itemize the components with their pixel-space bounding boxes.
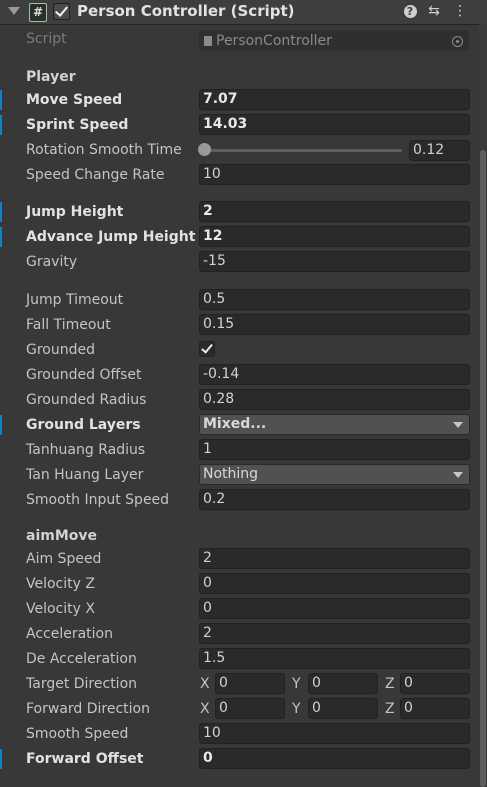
- forward-offset-label: Forward Offset: [26, 751, 144, 767]
- move-speed-label: Move Speed: [26, 92, 123, 108]
- rotation-smooth-time-label: Rotation Smooth Time: [26, 142, 182, 158]
- fall-timeout-field[interactable]: 0.15: [199, 314, 470, 335]
- forward-direction-x-field[interactable]: 0: [215, 698, 285, 719]
- forward-direction-y-field[interactable]: 0: [308, 698, 378, 719]
- jump-timeout-field[interactable]: 0.5: [199, 289, 470, 310]
- override-marker: [0, 202, 2, 222]
- target-direction-y-field[interactable]: 0: [308, 673, 378, 694]
- aim-speed-label: Aim Speed: [26, 551, 102, 567]
- preset-icon[interactable]: ⇆: [425, 2, 443, 20]
- speed-change-rate-label: Speed Change Rate: [26, 167, 165, 183]
- script-object-name: PersonController: [216, 33, 332, 49]
- smooth-speed-label: Smooth Speed: [26, 726, 129, 742]
- sprint-speed-field[interactable]: 14.03: [199, 114, 470, 135]
- rotation-smooth-time-field[interactable]: 0.12: [409, 140, 470, 161]
- axis-z-label: Z: [385, 701, 395, 717]
- grounded-offset-field[interactable]: -0.14: [199, 364, 470, 385]
- override-marker: [0, 115, 2, 135]
- ground-layers-dropdown[interactable]: Mixed...: [199, 414, 470, 435]
- axis-x-label: X: [200, 701, 210, 717]
- smooth-input-speed-field[interactable]: 0.2: [199, 489, 470, 510]
- tan-huang-layer-value: Nothing: [203, 466, 259, 482]
- component-enabled-checkbox[interactable]: [53, 3, 70, 20]
- grounded-offset-label: Grounded Offset: [26, 367, 142, 383]
- move-speed-field[interactable]: 7.07: [199, 89, 470, 110]
- dropdown-arrow-icon: [453, 472, 463, 478]
- sprint-speed-label: Sprint Speed: [26, 117, 129, 133]
- override-marker: [0, 227, 2, 247]
- acceleration-field[interactable]: 2: [199, 623, 470, 644]
- override-marker: [0, 90, 2, 110]
- fold-arrow-icon[interactable]: [8, 7, 20, 15]
- de-acceleration-label: De Acceleration: [26, 651, 137, 667]
- grounded-checkbox[interactable]: [199, 341, 215, 357]
- override-marker: [0, 415, 2, 435]
- axis-x-label: X: [200, 676, 210, 692]
- aim-speed-field[interactable]: 2: [199, 548, 470, 569]
- jump-height-label: Jump Height: [26, 204, 124, 220]
- section-header-player: Player: [26, 69, 76, 85]
- script-icon: #: [29, 3, 47, 22]
- tan-huang-layer-dropdown[interactable]: Nothing: [199, 464, 470, 485]
- ground-layers-value: Mixed...: [203, 416, 267, 432]
- axis-y-label: Y: [292, 676, 301, 692]
- forward-direction-z-field[interactable]: 0: [400, 698, 470, 719]
- tanhuang-radius-label: Tanhuang Radius: [26, 442, 146, 458]
- smooth-input-speed-label: Smooth Input Speed: [26, 492, 170, 508]
- speed-change-rate-field[interactable]: 10: [199, 164, 470, 185]
- velocity-z-label: Velocity Z: [26, 576, 95, 592]
- help-icon[interactable]: ?: [401, 2, 419, 20]
- velocity-x-field[interactable]: 0: [199, 598, 470, 619]
- kebab-menu-icon[interactable]: ⋮: [451, 2, 469, 20]
- ground-layers-label: Ground Layers: [26, 417, 141, 433]
- section-header-aimmove: aimMove: [26, 528, 98, 544]
- advance-jump-height-field[interactable]: 12: [199, 226, 470, 247]
- object-picker-icon[interactable]: [452, 36, 463, 47]
- dropdown-arrow-icon: [453, 422, 463, 428]
- tanhuang-radius-field[interactable]: 1: [199, 439, 470, 460]
- forward-offset-field[interactable]: 0: [199, 748, 470, 769]
- advance-jump-height-label: Advance Jump Height: [26, 229, 196, 245]
- rotation-smooth-time-slider[interactable]: [205, 149, 402, 152]
- axis-y-label: Y: [292, 701, 301, 717]
- component-header: # Person Controller (Script) ? ⇆ ⋮: [0, 0, 487, 25]
- script-file-icon: [204, 36, 212, 46]
- fall-timeout-label: Fall Timeout: [26, 317, 111, 333]
- acceleration-label: Acceleration: [26, 626, 113, 642]
- scrollbar-thumb[interactable]: [480, 150, 486, 787]
- target-direction-x-field[interactable]: 0: [215, 673, 285, 694]
- velocity-z-field[interactable]: 0: [199, 573, 470, 594]
- slider-handle[interactable]: [198, 143, 211, 156]
- gravity-label: Gravity: [26, 254, 78, 270]
- tan-huang-layer-label: Tan Huang Layer: [26, 467, 144, 483]
- grounded-label: Grounded: [26, 342, 95, 358]
- component-title: Person Controller (Script): [77, 2, 295, 20]
- jump-timeout-label: Jump Timeout: [26, 292, 124, 308]
- axis-z-label: Z: [385, 676, 395, 692]
- override-marker: [0, 749, 2, 769]
- forward-direction-label: Forward Direction: [26, 701, 150, 717]
- target-direction-z-field[interactable]: 0: [400, 673, 470, 694]
- jump-height-field[interactable]: 2: [199, 201, 470, 222]
- smooth-speed-field[interactable]: 10: [199, 723, 470, 744]
- velocity-x-label: Velocity X: [26, 601, 95, 617]
- script-label: Script: [26, 31, 67, 47]
- target-direction-label: Target Direction: [26, 676, 138, 692]
- de-acceleration-field[interactable]: 1.5: [199, 648, 470, 669]
- grounded-radius-field[interactable]: 0.28: [199, 389, 470, 410]
- gravity-field[interactable]: -15: [199, 251, 470, 272]
- grounded-radius-label: Grounded Radius: [26, 392, 147, 408]
- script-object-field[interactable]: PersonController: [199, 30, 469, 51]
